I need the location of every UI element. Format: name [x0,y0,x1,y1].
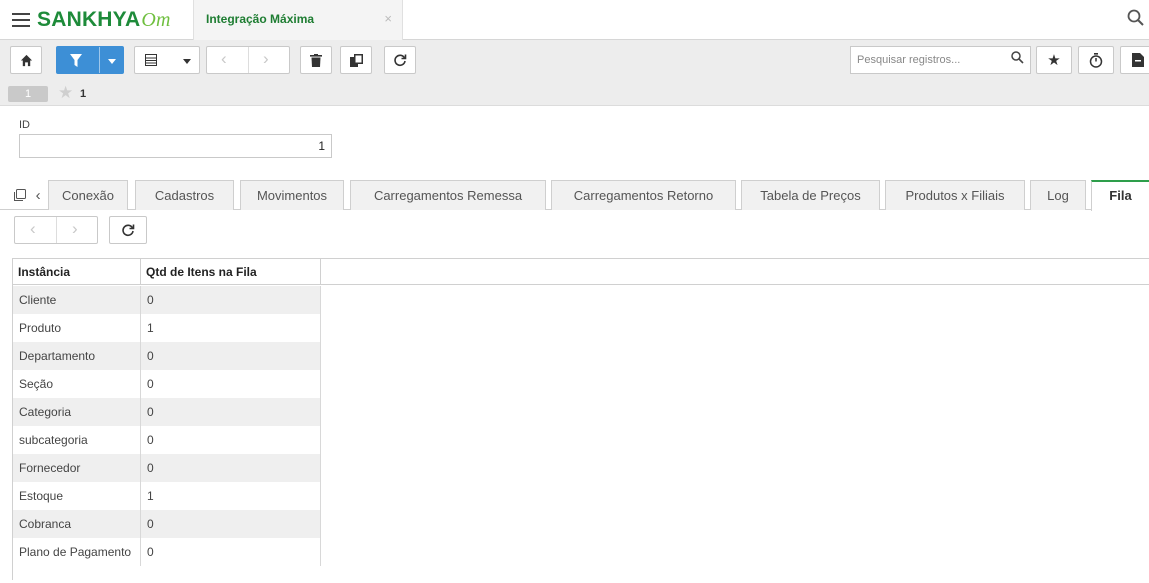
stopwatch-icon [1089,52,1103,68]
tab-cadastros[interactable]: Cadastros [135,180,234,210]
tab-carregamentos-remessa[interactable]: Carregamentos Remessa [350,180,546,210]
table-row[interactable]: Cliente 0 [13,286,321,314]
cell-instancia: Fornecedor [13,454,141,482]
cell-instancia: subcategoria [13,426,141,454]
favorite-button[interactable]: ★ [1036,46,1072,74]
cell-qtd-itens: 1 [141,482,321,510]
id-field[interactable]: 1 [19,134,332,158]
view-dropdown-icon[interactable] [183,59,191,64]
tab-conexao[interactable]: Conexão [48,180,128,210]
cell-qtd-itens: 0 [141,454,321,482]
collapse-panel-icon[interactable] [14,189,26,201]
sankhya-logo: SANKHYAOm [37,8,171,31]
search-icon[interactable] [1011,51,1024,67]
table-row[interactable]: Plano de Pagamento 0 [13,538,321,566]
grid-next-icon[interactable]: › [72,219,78,239]
grid-header: Instância Qtd de Itens na Fila [13,259,1149,285]
cell-qtd-itens: 0 [141,398,321,426]
cell-qtd-itens: 0 [141,538,321,566]
favorite-star-icon[interactable]: ★ [58,83,73,103]
copy-button[interactable] [340,46,372,74]
table-row[interactable]: Fornecedor 0 [13,454,321,482]
filter-dropdown-icon[interactable] [108,59,116,64]
tab-tabela-de-precos[interactable]: Tabela de Preços [741,180,880,210]
home-icon [20,54,32,66]
cell-qtd-itens: 0 [141,342,321,370]
table-row[interactable]: Cobranca 0 [13,510,321,538]
export-icon [1132,53,1144,67]
app-tab-title: Integração Máxima [206,12,315,26]
grid-previous-icon[interactable]: ‹ [30,219,36,239]
grid-view-button[interactable] [134,46,200,74]
menu-icon[interactable] [12,13,30,27]
cell-instancia: Estoque [13,482,141,510]
global-search-icon[interactable] [1127,9,1145,33]
tab-fila[interactable]: Fila [1091,180,1149,211]
detail-tabs: ‹ Conexão Cadastros Movimentos Carregame… [0,180,1149,211]
home-button[interactable] [10,46,42,74]
table-row[interactable]: Estoque 1 [13,482,321,510]
tab-log[interactable]: Log [1030,180,1086,210]
tab-produtos-x-filiais[interactable]: Produtos x Filiais [885,180,1025,210]
grid-navigation-group: ‹ › [14,216,98,244]
search-records-input[interactable] [851,47,1006,73]
tab-carregamentos-retorno[interactable]: Carregamentos Retorno [551,180,736,210]
timer-button[interactable] [1078,46,1114,74]
table-row[interactable]: Categoria 0 [13,398,321,426]
refresh-button[interactable] [384,46,416,74]
cell-instancia: Seção [13,370,141,398]
cell-instancia: Cobranca [13,510,141,538]
refresh-icon [122,224,135,237]
table-row[interactable]: Seção 0 [13,370,321,398]
record-form: ID 1 [0,107,1149,182]
filter-button[interactable] [56,46,124,74]
queue-grid: Instância Qtd de Itens na Fila Cliente 0 P… [12,258,1149,580]
copy-icon [349,53,363,67]
favorite-count: 1 [80,88,87,100]
app-tab-integracao[interactable]: Integração Máxima × [193,0,403,40]
cell-instancia: Categoria [13,398,141,426]
grid-refresh-button[interactable] [109,216,147,244]
table-row[interactable]: subcategoria 0 [13,426,321,454]
grid-view-icon [145,54,157,66]
column-header-instancia[interactable]: Instância [13,259,141,285]
cell-instancia: Cliente [13,286,141,314]
next-record-icon[interactable]: › [263,49,269,69]
previous-record-icon[interactable]: ‹ [221,49,227,69]
cell-instancia: Produto [13,314,141,342]
table-row[interactable]: Produto 1 [13,314,321,342]
filter-icon [70,54,82,67]
star-icon: ★ [1047,52,1061,69]
top-bar: SANKHYAOm Integração Máxima × [0,0,1149,40]
close-tab-icon[interactable]: × [384,11,392,26]
cell-qtd-itens: 0 [141,510,321,538]
search-records-field[interactable] [850,46,1031,74]
navigation-button-group: ‹ › [206,46,290,74]
tab-movimentos[interactable]: Movimentos [240,180,344,210]
main-toolbar: ‹ › ★ 1 ★ 1 [0,40,1149,106]
scroll-tabs-left-icon[interactable]: ‹ [36,187,41,204]
cell-instancia: Departamento [13,342,141,370]
column-header-qtd-itens[interactable]: Qtd de Itens na Fila [141,259,321,285]
trash-icon [310,53,322,67]
table-row[interactable]: Departamento 0 [13,342,321,370]
export-button[interactable] [1120,46,1149,74]
refresh-icon [394,54,407,67]
cell-qtd-itens: 0 [141,370,321,398]
cell-qtd-itens: 1 [141,314,321,342]
record-number-badge[interactable]: 1 [8,86,48,102]
delete-button[interactable] [300,46,332,74]
cell-instancia: Plano de Pagamento [13,538,141,566]
cell-qtd-itens: 0 [141,426,321,454]
tabs-left-controls: ‹ [14,187,41,204]
cell-qtd-itens: 0 [141,286,321,314]
grid-toolbar: ‹ › [0,211,1149,251]
id-label: ID [19,119,30,131]
